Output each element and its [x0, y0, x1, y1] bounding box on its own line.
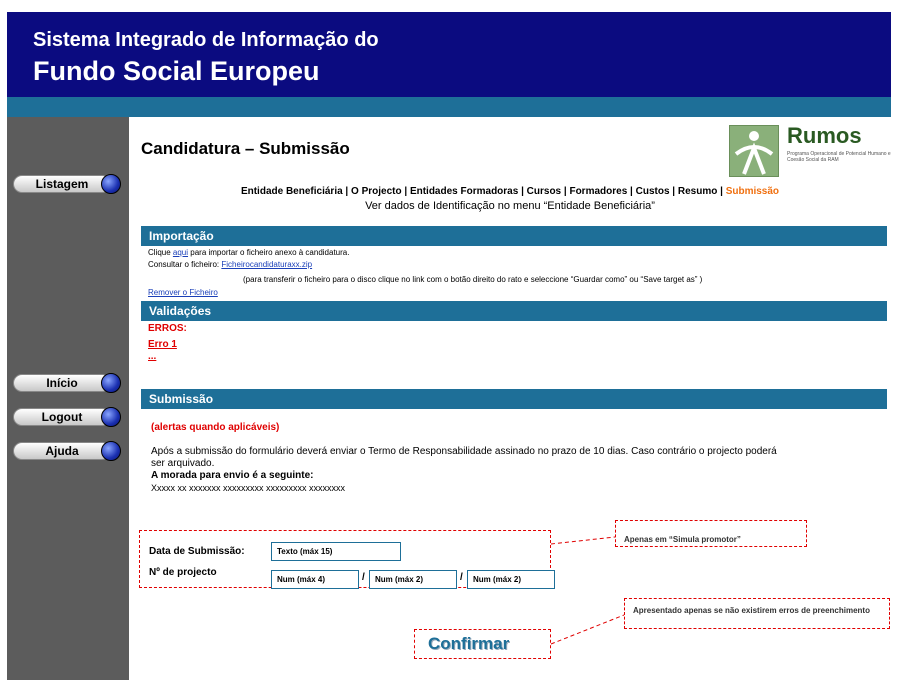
confirm-button[interactable]: Confirmar [428, 634, 509, 654]
header-bar [7, 97, 891, 117]
nav-logout-button[interactable]: Logout [13, 407, 121, 427]
nav-label: Listagem [13, 175, 111, 193]
nav-ajuda-button[interactable]: Ajuda [13, 441, 121, 461]
callout-lines [550, 536, 625, 645]
header: Sistema Integrado de Informação do Fundo… [7, 12, 891, 97]
nav-label: Início [13, 374, 111, 392]
nav-label: Logout [13, 408, 111, 426]
nav-ball-icon [101, 407, 121, 427]
header-line2: Fundo Social Europeu [33, 56, 320, 86]
nav-ball-icon [101, 174, 121, 194]
nav-listagem-button[interactable]: Listagem [13, 174, 121, 194]
main-content: Candidatura – Submissão Rumos Programa O… [129, 117, 891, 680]
confirm-box: Confirmar [414, 629, 551, 659]
nav-ball-icon [101, 441, 121, 461]
app-frame: Sistema Integrado de Informação do Fundo… [7, 12, 891, 680]
nav-label: Ajuda [13, 442, 111, 460]
header-line1: Sistema Integrado de Informação do [33, 29, 379, 51]
nav-inicio-button[interactable]: Início [13, 373, 121, 393]
nav-ball-icon [101, 373, 121, 393]
sidebar: Listagem Início Logout Ajuda [7, 117, 129, 680]
